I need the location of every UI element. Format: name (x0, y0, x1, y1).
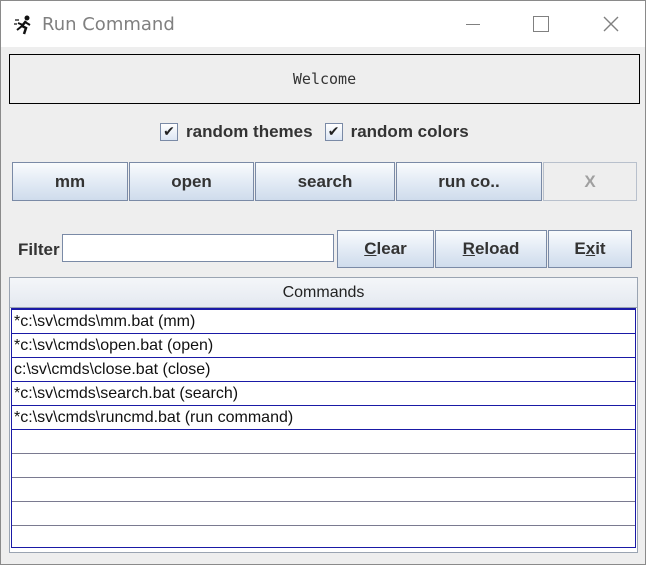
options-row: ✔ random themes ✔ random colors (160, 121, 481, 143)
run-command-button-label: run co.. (438, 171, 500, 191)
random-colors-option[interactable]: ✔ random colors (324, 122, 469, 142)
reload-button[interactable]: Reload (435, 230, 547, 268)
search-button[interactable]: search (255, 162, 395, 201)
filter-label: Filter (18, 240, 60, 259)
maximize-button[interactable] (507, 1, 575, 47)
minimize-icon (466, 23, 480, 25)
mm-button-label: mm (54, 171, 86, 191)
commands-table-body: *c:\sv\cmds\mm.bat (mm) *c:\sv\cmds\open… (11, 308, 636, 548)
running-man-icon (13, 14, 35, 36)
search-button-label: search (297, 171, 353, 191)
table-row[interactable] (12, 430, 635, 454)
table-row[interactable]: *c:\sv\cmds\mm.bat (mm) (12, 310, 635, 334)
random-themes-option[interactable]: ✔ random themes (160, 122, 313, 142)
window-title: Run Command (42, 14, 175, 35)
reload-mnemonic: R (462, 239, 475, 258)
commands-table: Commands *c:\sv\cmds\mm.bat (mm) *c:\sv\… (9, 277, 638, 553)
close-icon (603, 16, 619, 32)
minimize-button[interactable] (439, 1, 507, 47)
clear-mnemonic: C (364, 239, 377, 258)
table-row[interactable] (12, 526, 635, 550)
table-row[interactable] (12, 502, 635, 526)
commands-header-label: Commands (282, 283, 365, 301)
exit-button-prefix: E (574, 239, 586, 258)
clear-button[interactable]: Clear (337, 230, 434, 268)
welcome-text: Welcome (292, 70, 357, 88)
run-command-button[interactable]: run co.. (396, 162, 542, 201)
exit-button[interactable]: Ex it (548, 230, 632, 268)
random-themes-label: random themes (186, 122, 313, 141)
maximize-icon (533, 16, 549, 32)
title-bar[interactable]: Run Command (1, 1, 645, 47)
random-colors-label: random colors (350, 122, 469, 141)
x-button-label: X (584, 171, 596, 191)
table-row[interactable] (12, 454, 635, 478)
random-themes-checkbox[interactable]: ✔ (160, 123, 178, 141)
clear-button-label: lear (376, 239, 407, 258)
table-row[interactable]: *c:\sv\cmds\runcmd.bat (run command) (12, 406, 635, 430)
table-row[interactable] (12, 478, 635, 502)
welcome-banner: Welcome (9, 54, 640, 104)
table-row[interactable]: *c:\sv\cmds\open.bat (open) (12, 334, 635, 358)
reload-button-label: eload (474, 239, 520, 258)
open-button[interactable]: open (129, 162, 254, 201)
commands-column-header[interactable]: Commands (10, 278, 637, 308)
exit-mnemonic: x (585, 239, 596, 258)
filter-input[interactable] (62, 234, 334, 262)
open-button-label: open (171, 171, 212, 191)
x-button: X (543, 162, 637, 201)
random-colors-checkbox[interactable]: ✔ (324, 123, 343, 141)
table-row[interactable]: *c:\sv\cmds\search.bat (search) (12, 382, 635, 406)
table-row[interactable]: c:\sv\cmds\close.bat (close) (12, 358, 635, 382)
run-command-window: Run Command Welcome ✔ random themes ✔ ra… (0, 0, 646, 565)
exit-button-label: it (595, 239, 606, 258)
close-window-button[interactable] (577, 1, 645, 47)
mm-button[interactable]: mm (12, 162, 128, 201)
